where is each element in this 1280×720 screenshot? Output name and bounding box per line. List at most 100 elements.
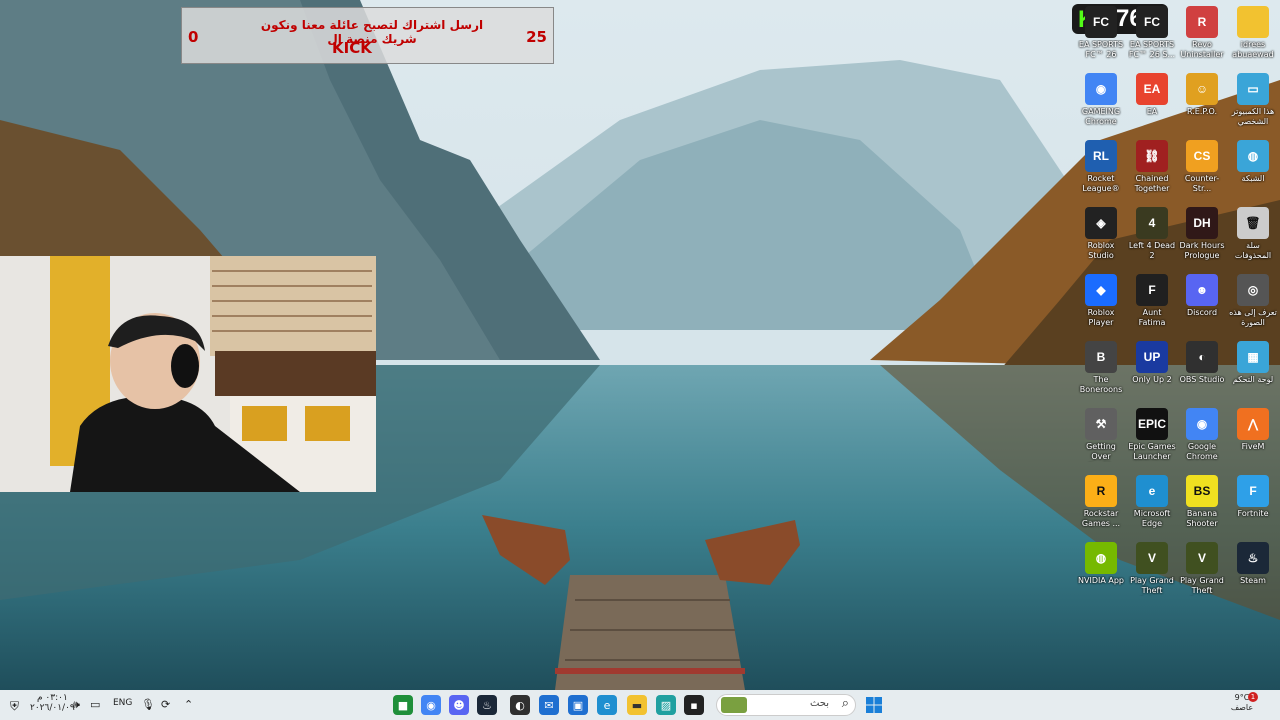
taskbar-app-black[interactable]: ▪ (684, 695, 704, 715)
taskbar-explorer[interactable]: ▬ (627, 695, 647, 715)
desktop-icon[interactable]: ▭ هذا الكمبيوتر الشخصي (1229, 73, 1277, 127)
desktop-icon[interactable]: RL Rocket League® (1077, 140, 1125, 194)
search-icon: ⌕ (841, 696, 849, 711)
chrome-icon: ◉ (1085, 73, 1117, 105)
desktop-icon[interactable]: FC EA SPORTS FC™ 26 (1077, 6, 1125, 60)
desktop-icon[interactable]: BS Banana Shooter (1178, 475, 1226, 529)
taskbar-edge[interactable]: e (597, 695, 617, 715)
desktop-icon[interactable]: ◉ GAMEING Chrome (1077, 73, 1125, 127)
desktop-icon[interactable]: ◉ Google Chrome (1178, 408, 1226, 462)
desktop-icon[interactable]: B The Boneroons (1077, 341, 1125, 395)
ea-fc-icon: FC (1085, 6, 1117, 38)
taskbar-obs[interactable]: ◐ (510, 695, 530, 715)
volume-icon[interactable]: 🕪 (73, 698, 80, 712)
desktop-icon-label: Fortnite (1237, 509, 1269, 518)
app-icon: ▪ (690, 698, 698, 712)
ea-fc-icon: FC (1136, 6, 1168, 38)
desktop-icon-label: الشبكة (1241, 174, 1265, 183)
desktop-icon[interactable]: CS Counter-Str... 2 (1178, 140, 1226, 194)
taskbar-app-1[interactable]: ■ (393, 695, 413, 715)
desktop-icon-label: Microsoft Edge (1133, 509, 1171, 528)
chevron-up-icon[interactable]: ⌃ (184, 698, 193, 711)
desktop-icon[interactable]: R Rockstar Games ... (1077, 475, 1125, 529)
desktop-icon-label: FiveM (1241, 442, 1265, 451)
network-icon: ◍ (1237, 140, 1269, 172)
ea-icon: EA (1136, 73, 1168, 105)
clock[interactable]: ٠٣:٠١ م ٢٠٢٦/٠١/٠٩ (30, 693, 75, 713)
desktop-icon[interactable]: ◎ تعرف إلى هذه الصورة (1229, 274, 1277, 328)
desktop-icon[interactable]: ♨ Steam (1229, 542, 1277, 596)
desktop-icon-label: Rockstar Games ... (1081, 509, 1121, 528)
desktop-icon-label: Play Grand Theft Auto... (1130, 576, 1174, 595)
desktop-icon[interactable]: UP Only Up 2 (1128, 341, 1176, 395)
search-input[interactable]: بحث ⌕ (716, 694, 856, 716)
desktop-icon[interactable]: DH Dark Hours Prologue (1178, 207, 1226, 261)
desktop-icon-label: Play Grand Theft Auto... (1180, 576, 1224, 595)
taskbar-discord[interactable]: ☻ (449, 695, 469, 715)
repo-icon: ☺ (1186, 73, 1218, 105)
start-button[interactable] (864, 695, 884, 715)
webcam-feed (0, 256, 376, 492)
desktop-icon[interactable]: 🗑 سلة المحذوفات (1229, 207, 1277, 261)
desktop-icon[interactable]: F Aunt Fatima عمة فاطمة (1128, 274, 1176, 328)
edge-icon: e (603, 698, 611, 712)
banana-shooter-icon: BS (1186, 475, 1218, 507)
desktop-icon[interactable]: ◍ الشبكة (1229, 140, 1277, 194)
desktop-icon[interactable]: EA EA (1128, 73, 1176, 127)
fortnite-icon: F (1237, 475, 1269, 507)
edge-icon: e (1136, 475, 1168, 507)
clock-date: ٢٠٢٦/٠١/٠٩ (30, 703, 75, 713)
clock-time: ٠٣:٠١ م (36, 693, 68, 703)
desktop-icon[interactable]: F Fortnite (1229, 475, 1277, 529)
desktop-icon-label: Roblox Studio (1087, 241, 1115, 260)
steam-icon: ♨ (482, 698, 492, 712)
desktop-icon[interactable]: ☻ Discord (1178, 274, 1226, 328)
desktop-icon[interactable]: ⋀ FiveM (1229, 408, 1277, 462)
notification-badge: 1 (1248, 692, 1258, 702)
desktop-icon[interactable]: idrees abuaewad (1229, 6, 1277, 60)
roblox-studio-icon: ◈ (1085, 207, 1117, 239)
desktop-icon-label: Rocket League® (1082, 174, 1120, 193)
desktop-icon[interactable]: 4 Left 4 Dead 2 (1128, 207, 1176, 261)
microphone-icon[interactable]: 🎙 (141, 698, 155, 711)
desktop-icon[interactable]: ▦ لوحة التحكم (1229, 341, 1277, 395)
nvidia-icon: ◍ (1085, 542, 1117, 574)
discord-icon: ☻ (1186, 274, 1218, 306)
shield-icon[interactable]: ⛨ (10, 699, 19, 714)
taskbar-store[interactable]: ▣ (568, 695, 588, 715)
desktop-icon-label: R.E.P.O. (1186, 107, 1218, 116)
language-indicator[interactable]: ENG (113, 698, 132, 708)
desktop-icon[interactable]: ◐ OBS Studio (1178, 341, 1226, 395)
desktop-icon[interactable]: ⛓ Chained Together (1128, 140, 1176, 194)
folder-icon (1237, 6, 1269, 38)
taskbar-steam[interactable]: ♨ (477, 695, 497, 715)
desktop-icon[interactable]: V Play Grand Theft Auto... (1128, 542, 1176, 596)
desktop-icon[interactable]: EPIC Epic Games Launcher (1128, 408, 1176, 462)
photos-icon: ▨ (660, 698, 672, 712)
getting-over-it-icon: ⚒ (1085, 408, 1117, 440)
obs-icon: ◐ (515, 698, 525, 712)
taskbar-mail[interactable]: ✉ (539, 695, 559, 715)
computer-icon: ▭ (1237, 73, 1269, 105)
desktop-icon[interactable]: ◍ NVIDIA App (1077, 542, 1125, 596)
desktop-icon[interactable]: e Microsoft Edge (1128, 475, 1176, 529)
desktop-icon-label: Google Chrome (1186, 442, 1218, 461)
sync-icon[interactable]: ⟳ (161, 698, 170, 711)
desktop-icon[interactable]: ☺ R.E.P.O. (1178, 73, 1226, 127)
desktop-icon-label: EA SPORTS FC™ 26 S... (1128, 40, 1176, 59)
desktop-icon[interactable]: V Play Grand Theft Auto... (1178, 542, 1226, 596)
overlay-platform: KICK (332, 39, 372, 57)
desktop-icon[interactable]: ◆ Roblox Player (1077, 274, 1125, 328)
desktop-icon[interactable]: FC EA SPORTS FC™ 26 S... (1128, 6, 1176, 60)
taskbar-photos[interactable]: ▨ (656, 695, 676, 715)
cs2-icon: CS (1186, 140, 1218, 172)
desktop-icon[interactable]: R Revo Uninstaller (1178, 6, 1226, 60)
desktop-icon[interactable]: ⚒ Getting Over It with Ben... (1077, 408, 1125, 462)
taskbar-chrome[interactable]: ◉ (421, 695, 441, 715)
network-icon[interactable]: ▭ (90, 698, 100, 711)
desktop-icon[interactable]: ◈ Roblox Studio (1077, 207, 1125, 261)
desktop-icon-label: Discord (1186, 308, 1218, 317)
chrome-icon: ◉ (426, 698, 436, 712)
desktop-icon-label: NVIDIA App (1078, 576, 1124, 585)
windows-icon (866, 697, 882, 713)
